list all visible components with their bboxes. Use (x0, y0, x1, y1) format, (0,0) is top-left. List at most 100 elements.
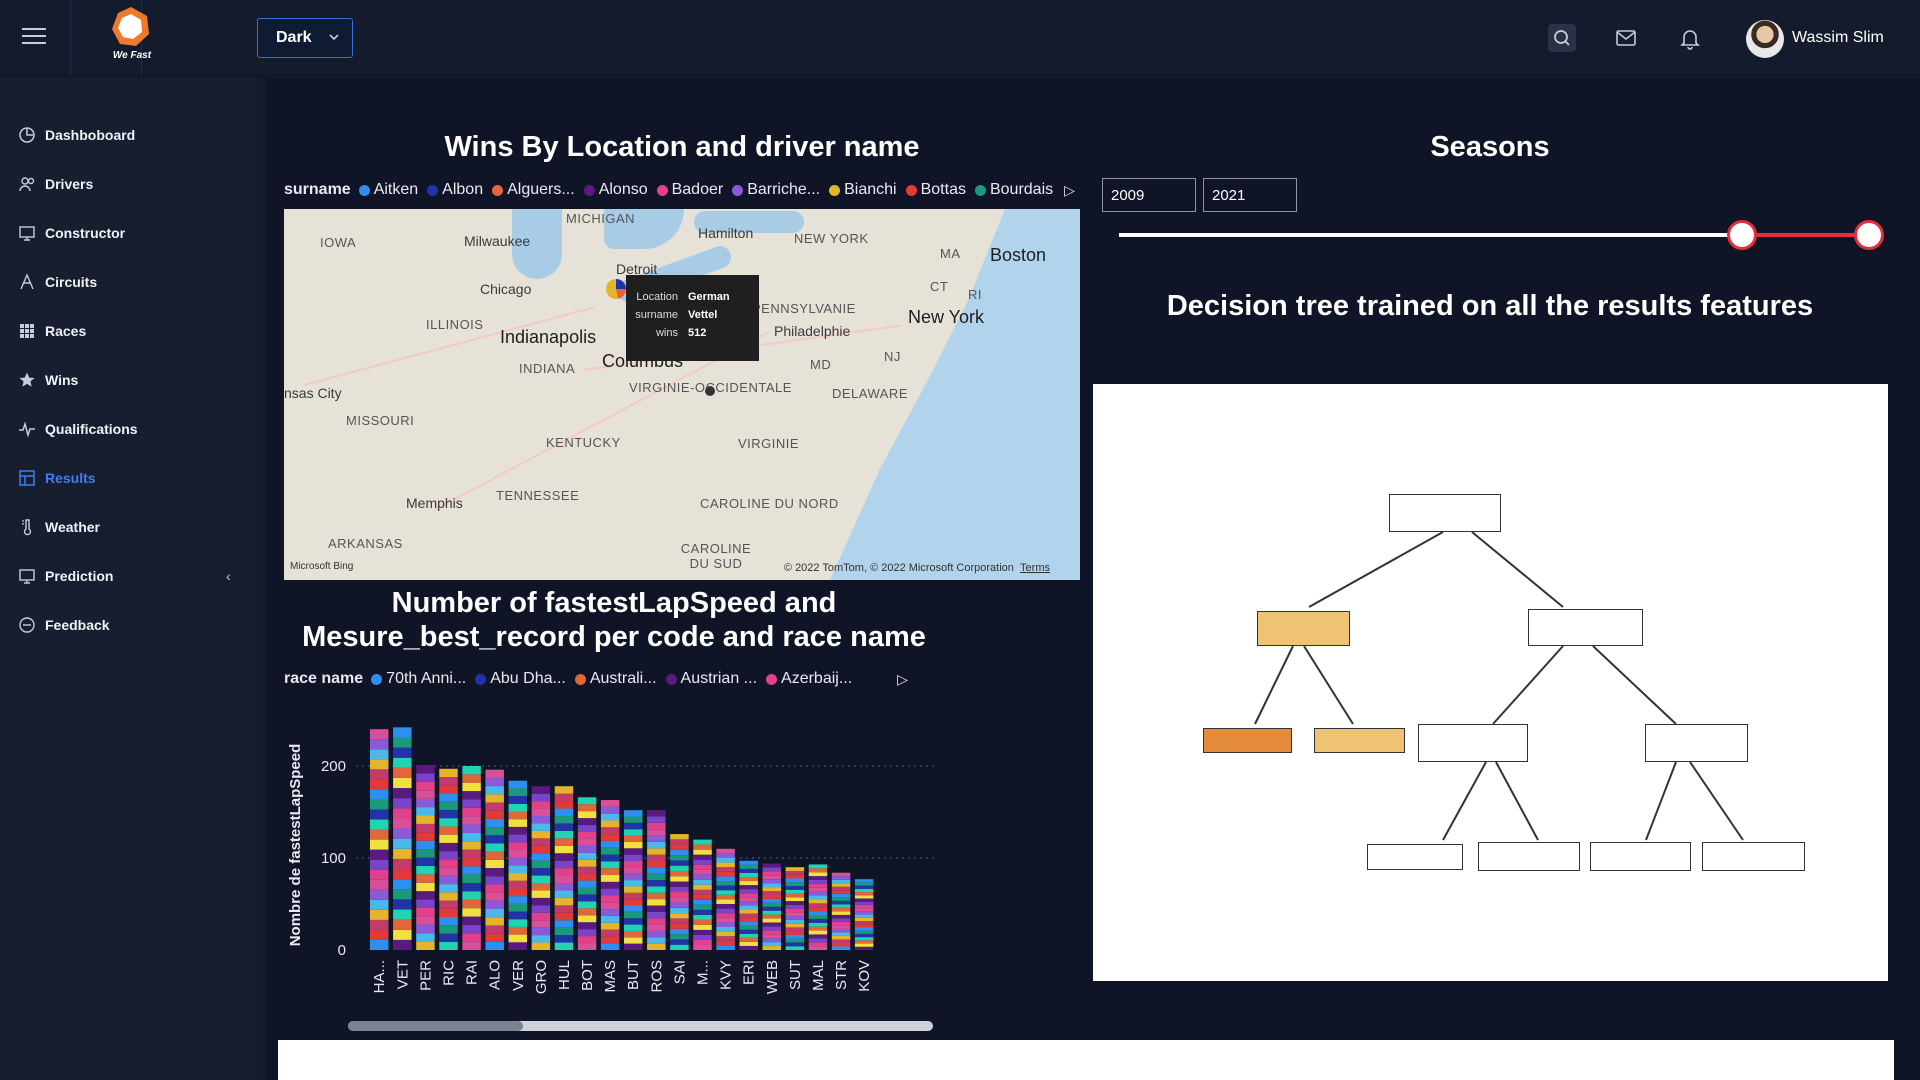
bar-segment[interactable] (554, 920, 574, 928)
bar-segment[interactable] (600, 813, 620, 821)
bar-segment[interactable] (647, 924, 666, 931)
bar-segment[interactable] (554, 801, 574, 809)
bar-segment[interactable] (785, 874, 805, 879)
bar-segment[interactable] (393, 808, 412, 819)
bar-segment[interactable] (531, 905, 551, 913)
bar-segment[interactable] (670, 902, 689, 908)
bar-segment[interactable] (577, 866, 597, 874)
bar-segment[interactable] (716, 904, 735, 909)
bar-segment[interactable] (370, 859, 389, 870)
bar-segment[interactable] (762, 894, 782, 899)
bar-segment[interactable] (462, 866, 481, 875)
bar-segment[interactable] (485, 876, 504, 885)
bar-segment[interactable] (624, 841, 643, 849)
bar-segment[interactable] (693, 859, 712, 865)
bar-segment[interactable] (854, 927, 874, 931)
bar-segment[interactable] (577, 845, 597, 853)
bar-segment[interactable] (647, 937, 666, 944)
bar-segment[interactable] (624, 930, 643, 938)
bar-segment[interactable] (624, 829, 643, 836)
legend-next-icon[interactable]: ▷ (897, 671, 908, 688)
bar-segment[interactable] (531, 935, 551, 943)
bar-segment[interactable] (624, 810, 643, 817)
bar-segment[interactable] (739, 909, 758, 914)
bar-segment[interactable] (693, 904, 712, 910)
bar-segment[interactable] (577, 936, 597, 944)
bar-segment[interactable] (393, 727, 412, 738)
bar-segment[interactable] (670, 849, 689, 856)
bar-segment[interactable] (439, 768, 458, 777)
bar-segment[interactable] (508, 865, 528, 874)
bar-segment[interactable] (577, 887, 597, 895)
bar-segment[interactable] (854, 901, 874, 905)
bar-segment[interactable] (831, 907, 851, 912)
bar-segment[interactable] (554, 816, 574, 824)
bar-segment[interactable] (439, 842, 458, 852)
bar-segment[interactable] (577, 852, 597, 860)
theme-dropdown[interactable]: Dark (257, 18, 353, 58)
bar-segment[interactable] (739, 901, 758, 906)
bar-segment[interactable] (416, 849, 435, 858)
bar-segment[interactable] (739, 937, 758, 942)
bar-segment[interactable] (624, 918, 643, 925)
bar-segment[interactable] (462, 841, 481, 850)
legend-next-icon[interactable]: ▷ (1064, 182, 1075, 199)
bar-segment[interactable] (577, 804, 597, 812)
bar-segment[interactable] (831, 946, 851, 950)
bar-segment[interactable] (416, 832, 435, 841)
bar-segment[interactable] (462, 791, 481, 800)
bar-segment[interactable] (808, 899, 828, 904)
bar-segment[interactable] (693, 939, 712, 945)
bar-segment[interactable] (439, 834, 458, 843)
bar-segment[interactable] (831, 918, 851, 922)
bar-segment[interactable] (508, 888, 528, 897)
bar-segment[interactable] (762, 875, 782, 880)
bar-segment[interactable] (854, 943, 874, 947)
bar-segment[interactable] (416, 840, 435, 850)
legend-item[interactable]: Albon (427, 181, 483, 199)
bar-segment[interactable] (485, 859, 504, 869)
bar-segment[interactable] (439, 859, 458, 868)
bar-segment[interactable] (554, 905, 574, 913)
bar-segment[interactable] (600, 915, 620, 923)
bar-segment[interactable] (462, 933, 481, 942)
bar-segment[interactable] (624, 911, 643, 919)
bar-segment[interactable] (716, 871, 735, 877)
bar-segment[interactable] (531, 830, 551, 839)
bar-segment[interactable] (370, 919, 389, 930)
bar-segment[interactable] (808, 930, 828, 935)
bar-segment[interactable] (854, 892, 874, 896)
bar-segment[interactable] (808, 938, 828, 943)
bar-segment[interactable] (416, 798, 435, 808)
bar-segment[interactable] (762, 930, 782, 935)
bar-segment[interactable] (762, 910, 782, 915)
stacked-bar-chart[interactable]: 0 100 200 Nombre de fastestLapSpeed HA... VET… (284, 700, 944, 1000)
bar-segment[interactable] (739, 917, 758, 922)
bar-segment[interactable] (531, 920, 551, 928)
bar-segment[interactable] (531, 786, 551, 794)
bar-segment[interactable] (785, 867, 805, 871)
bar-segment[interactable] (647, 835, 666, 842)
bar-segment[interactable] (485, 769, 504, 778)
bar-segment[interactable] (508, 919, 528, 927)
legend-item[interactable]: Barriche... (732, 181, 820, 199)
legend-item[interactable]: Bianchi (829, 181, 897, 199)
bar-segment[interactable] (393, 788, 412, 799)
bar-segment[interactable] (462, 874, 481, 884)
bar-segment[interactable] (808, 864, 828, 869)
bar-segment[interactable] (370, 899, 389, 910)
bar-segment[interactable] (393, 848, 412, 859)
bar-segment[interactable] (670, 886, 689, 893)
bar-segment[interactable] (808, 946, 828, 950)
bar-segment[interactable] (508, 926, 528, 935)
bar-segment[interactable] (739, 872, 758, 877)
bar-segment[interactable] (739, 860, 758, 865)
bar-segment[interactable] (739, 889, 758, 894)
bar-segment[interactable] (693, 934, 712, 940)
bar-segment[interactable] (854, 888, 874, 893)
bar-segment[interactable] (416, 857, 435, 866)
bar-segment[interactable] (485, 843, 504, 852)
bar-segment[interactable] (693, 944, 712, 950)
bar-segment[interactable] (693, 849, 712, 855)
bar-segment[interactable] (670, 934, 689, 940)
